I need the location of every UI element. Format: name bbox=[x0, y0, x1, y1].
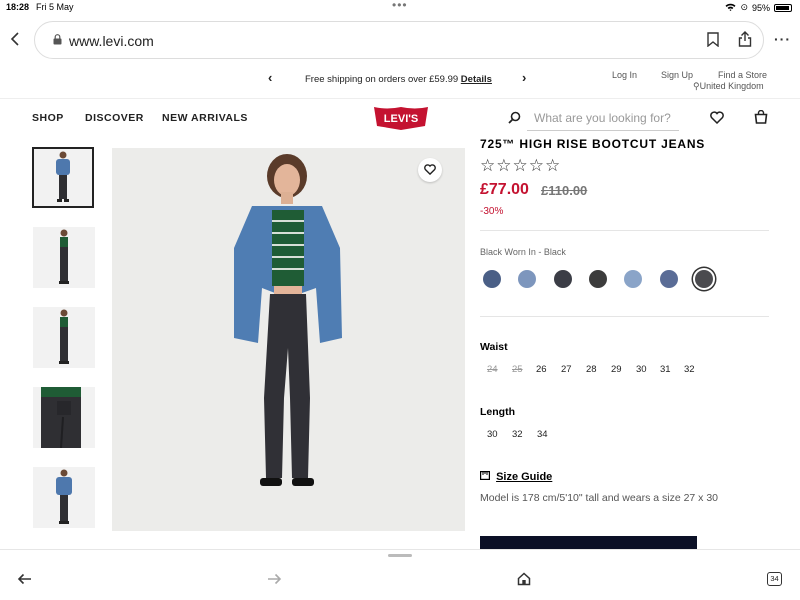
find-store-link[interactable]: Find a Store bbox=[718, 70, 767, 80]
rating-stars[interactable]: ☆☆☆☆☆ bbox=[480, 156, 561, 176]
thumbnail-5[interactable] bbox=[33, 467, 95, 528]
heart-icon bbox=[424, 164, 436, 176]
country-label: United Kingdom bbox=[699, 81, 764, 91]
lock-icon bbox=[53, 34, 62, 48]
waist-size-option[interactable]: 30 bbox=[636, 364, 647, 375]
ruler-icon bbox=[480, 471, 493, 483]
thumbnail-4[interactable] bbox=[33, 387, 95, 448]
more-options-icon[interactable]: ··· bbox=[774, 31, 791, 47]
color-swatch[interactable] bbox=[695, 270, 713, 288]
nav-shop[interactable]: SHOP bbox=[32, 112, 64, 124]
length-size-option[interactable]: 32 bbox=[512, 429, 523, 440]
pin-icon: ⚲ bbox=[693, 81, 700, 91]
color-swatch[interactable] bbox=[589, 270, 607, 288]
browser-toolbar: 34 bbox=[0, 549, 800, 600]
share-icon[interactable] bbox=[738, 31, 752, 50]
logo-text: LEVI'S bbox=[384, 113, 418, 125]
nav-new-arrivals[interactable]: NEW ARRIVALS bbox=[162, 112, 248, 124]
status-bar: 18:28 Fri 5 May ••• ⊙ 95% bbox=[0, 0, 800, 14]
bookmark-icon[interactable] bbox=[707, 32, 719, 50]
waist-size-option[interactable]: 26 bbox=[536, 364, 547, 375]
divider bbox=[480, 316, 769, 317]
search-underline bbox=[527, 130, 679, 131]
address-bar[interactable]: www.levi.com bbox=[34, 21, 764, 59]
sale-price: £77.00 bbox=[480, 181, 529, 198]
waist-size-option[interactable]: 32 bbox=[684, 364, 695, 375]
length-size-option[interactable]: 34 bbox=[537, 429, 548, 440]
waist-label: Waist bbox=[480, 341, 508, 353]
search-icon[interactable] bbox=[508, 111, 521, 129]
color-swatch[interactable] bbox=[660, 270, 678, 288]
length-label: Length bbox=[480, 406, 515, 418]
country-selector[interactable]: ⚲United Kingdom bbox=[693, 81, 764, 92]
model-info: Model is 178 cm/5'10" tall and wears a s… bbox=[480, 492, 719, 504]
wifi-icon bbox=[725, 3, 736, 13]
nav-discover[interactable]: DISCOVER bbox=[85, 112, 144, 124]
waist-size-option[interactable]: 28 bbox=[586, 364, 597, 375]
url-text: www.levi.com bbox=[69, 33, 154, 49]
promo-message: Free shipping on orders over £59.99 Deta… bbox=[305, 74, 492, 85]
selected-color-name: Black Worn In - Black bbox=[480, 247, 566, 257]
color-swatch[interactable] bbox=[483, 270, 501, 288]
status-time: 18:28 bbox=[6, 2, 30, 12]
waist-size-option[interactable]: 27 bbox=[561, 364, 572, 375]
thumbnail-3[interactable] bbox=[33, 307, 95, 368]
size-guide-link[interactable]: Size Guide bbox=[480, 471, 552, 483]
search-input[interactable]: What are you looking for? bbox=[534, 111, 671, 125]
color-swatch[interactable] bbox=[518, 270, 536, 288]
add-to-wishlist-button[interactable] bbox=[418, 158, 442, 182]
product-main-image[interactable] bbox=[112, 148, 465, 531]
back-arrow-icon[interactable] bbox=[17, 572, 32, 589]
wishlist-icon[interactable] bbox=[710, 111, 724, 129]
back-chevron-icon[interactable] bbox=[10, 32, 20, 49]
battery-icon bbox=[774, 3, 792, 12]
color-swatch[interactable] bbox=[624, 270, 642, 288]
waist-size-option[interactable]: 29 bbox=[611, 364, 622, 375]
promo-next-icon[interactable]: › bbox=[522, 70, 526, 85]
waist-size-option[interactable]: 31 bbox=[660, 364, 671, 375]
status-date: Fri 5 May bbox=[36, 2, 74, 12]
color-swatch[interactable] bbox=[554, 270, 572, 288]
length-size-option[interactable]: 30 bbox=[487, 429, 498, 440]
thumbnail-2[interactable] bbox=[33, 227, 95, 288]
forward-arrow-icon[interactable] bbox=[267, 572, 282, 589]
battery-percent: 95% bbox=[751, 2, 770, 13]
promo-text: Free shipping on orders over £59.99 bbox=[305, 74, 461, 85]
login-link[interactable]: Log In bbox=[612, 70, 637, 80]
home-icon[interactable] bbox=[517, 572, 531, 590]
thumbnail-1[interactable] bbox=[32, 147, 94, 208]
discount-badge: -30% bbox=[480, 206, 504, 217]
size-guide-label: Size Guide bbox=[496, 471, 553, 483]
product-title: 725™ HIGH RISE BOOTCUT JEANS bbox=[480, 137, 706, 148]
promo-bar: ‹ Free shipping on orders over £59.99 De… bbox=[0, 64, 800, 94]
sheet-handle[interactable] bbox=[388, 554, 412, 557]
promo-prev-icon[interactable]: ‹ bbox=[268, 70, 272, 85]
location-icon: ⊙ bbox=[740, 2, 748, 12]
promo-details-link[interactable]: Details bbox=[461, 74, 492, 85]
waist-size-option[interactable]: 25 bbox=[512, 364, 523, 375]
original-price: £110.00 bbox=[541, 183, 588, 198]
waist-size-option[interactable]: 24 bbox=[487, 364, 498, 375]
multitasking-dots-icon[interactable]: ••• bbox=[392, 0, 408, 12]
levis-logo[interactable]: LEVI'S bbox=[373, 105, 429, 131]
signup-link[interactable]: Sign Up bbox=[661, 70, 693, 80]
main-nav: SHOP DISCOVER NEW ARRIVALS LEVI'S What a… bbox=[0, 98, 800, 138]
divider bbox=[480, 230, 769, 231]
cart-icon[interactable] bbox=[754, 109, 768, 129]
tabs-button[interactable]: 34 bbox=[767, 572, 782, 586]
